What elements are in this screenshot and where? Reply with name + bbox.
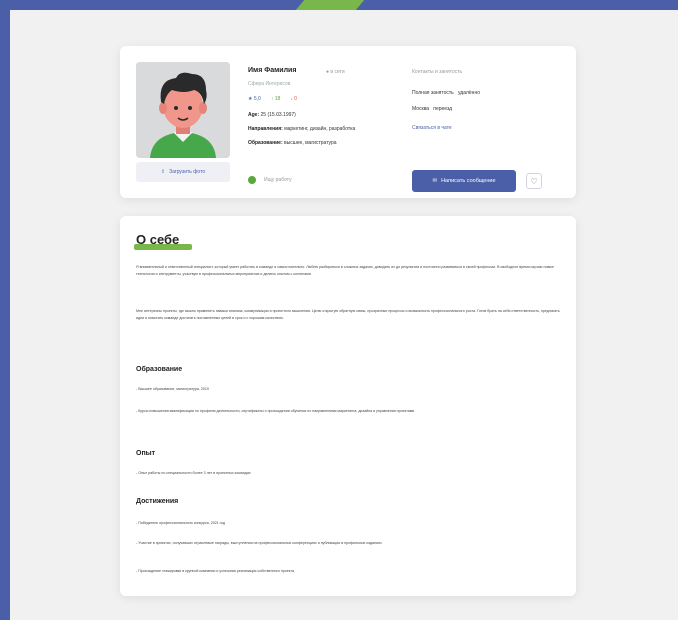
- profile-stats: ★ 5,0 ↑ 18 ↓ 0: [248, 96, 297, 102]
- status-text: Ищу работу: [264, 177, 292, 183]
- achievements-heading: Достижения: [136, 498, 179, 505]
- dislikes-stat: ↓ 0: [290, 96, 297, 102]
- send-message-button[interactable]: ✉ Написать сообщение: [412, 170, 516, 192]
- education-item: - Курсы повышения квалификации по профил…: [136, 409, 415, 413]
- experience-heading: Опыт: [136, 450, 156, 457]
- heart-icon: ♡: [530, 176, 538, 186]
- contact-link[interactable]: Связаться в чате: [412, 125, 452, 131]
- achievement-item: - Участие в проектах, получивших отрасле…: [136, 541, 382, 545]
- profile-name: Имя Фамилия: [248, 67, 297, 74]
- about-card: О себе Я внимательный и ответственный сп…: [120, 216, 576, 596]
- upload-photo-button[interactable]: ⇪ Загрузить фото: [136, 162, 230, 182]
- chat-icon: ✉: [432, 178, 438, 184]
- favorite-button[interactable]: ♡: [526, 173, 542, 189]
- education-heading: Образование: [136, 366, 183, 373]
- profile-card: ⇪ Загрузить фото Имя Фамилия ● в сети Сф…: [120, 46, 576, 198]
- experience-item: - Опыт работы по специальности более 3 л…: [136, 471, 251, 475]
- achievement-item: - Победитель профессионального конкурса,…: [136, 521, 225, 525]
- location-row: Москва переезд: [412, 106, 453, 112]
- rating-stat: ★ 5,0: [248, 96, 261, 102]
- info-education: Образование: высшее, магистратура: [248, 140, 337, 146]
- online-indicator: ● в сети: [326, 69, 345, 75]
- education-item: - Высшее образование, магистратура, 2019: [136, 387, 209, 391]
- profile-subtitle: Сфера Интересов: [248, 81, 291, 87]
- about-title: О себе: [136, 232, 180, 247]
- avatar-illustration: [136, 62, 230, 158]
- upload-icon: ⇪: [160, 169, 166, 175]
- contacts-title: Контакты и занятость: [412, 69, 463, 75]
- avatar: [136, 62, 230, 158]
- about-paragraph-2: Мне интересны проекты, где можно примени…: [136, 309, 560, 320]
- likes-stat: ↑ 18: [270, 96, 281, 102]
- achievement-item: - Прохождение стажировки в крупной компа…: [136, 569, 295, 573]
- about-paragraph-1: Я внимательный и ответственный специалис…: [136, 265, 554, 276]
- info-age: Age: 25 (15.03.1997): [248, 112, 296, 118]
- info-direction: Направления: маркетинг, дизайн, разработ…: [248, 126, 356, 132]
- send-message-label: Написать сообщение: [441, 178, 496, 184]
- page-background: ⇪ Загрузить фото Имя Фамилия ● в сети Сф…: [10, 10, 678, 620]
- upload-photo-label: Загрузить фото: [169, 169, 206, 175]
- status-dot-icon: [248, 176, 256, 184]
- employment-row: Полная занятость удалённо: [412, 90, 480, 96]
